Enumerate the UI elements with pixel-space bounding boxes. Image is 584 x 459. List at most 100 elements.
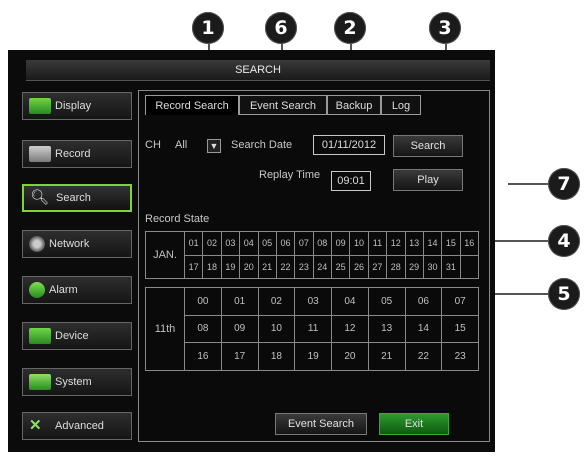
- day-cell[interactable]: 07: [294, 231, 314, 256]
- callout-3: 3: [429, 12, 461, 44]
- sidebar-item-search[interactable]: 🔍︎ Search: [22, 184, 132, 212]
- advanced-icon: ✕: [29, 417, 42, 434]
- network-icon: [29, 236, 45, 252]
- replay-time-label: Replay Time: [259, 169, 321, 181]
- day-cell[interactable]: 24: [312, 254, 333, 279]
- day-cell[interactable]: 05: [257, 231, 277, 256]
- day-cell[interactable]: 03: [220, 231, 241, 256]
- hour-cell[interactable]: 12: [331, 314, 369, 344]
- day-cell[interactable]: 12: [386, 231, 406, 256]
- hour-cell[interactable]: 15: [441, 314, 479, 344]
- hour-cell[interactable]: 16: [184, 342, 222, 371]
- callout-4: 4: [548, 225, 580, 257]
- hour-cell[interactable]: 04: [331, 287, 369, 316]
- day-cell[interactable]: 30: [422, 254, 443, 279]
- hour-cell[interactable]: 00: [184, 287, 222, 316]
- day-cell[interactable]: 26: [349, 254, 369, 279]
- day-cell[interactable]: 14: [422, 231, 443, 256]
- day-cell[interactable]: 19: [220, 254, 241, 279]
- sidebar-item-advanced[interactable]: ✕ Advanced: [22, 412, 132, 440]
- tab-event-search[interactable]: Event Search: [239, 95, 327, 115]
- tab-backup[interactable]: Backup: [327, 95, 381, 115]
- search-date-label: Search Date: [231, 139, 293, 151]
- hour-cell[interactable]: 09: [220, 314, 259, 344]
- day-cell[interactable]: 02: [202, 231, 222, 256]
- day-cell[interactable]: 01: [183, 231, 204, 256]
- day-cell[interactable]: 09: [330, 231, 351, 256]
- day-cell[interactable]: 28: [386, 254, 406, 279]
- alarm-icon: [29, 282, 45, 298]
- hour-cell[interactable]: 03: [294, 287, 332, 316]
- day-cell[interactable]: 13: [404, 231, 424, 256]
- hour-cell[interactable]: 10: [257, 314, 296, 344]
- day-cell[interactable]: 18: [202, 254, 222, 279]
- record-state-label: Record State: [145, 213, 210, 225]
- day-cell[interactable]: 11: [367, 231, 388, 256]
- day-cell[interactable]: 27: [367, 254, 388, 279]
- hour-cell[interactable]: 19: [294, 342, 332, 371]
- event-search-button[interactable]: Event Search: [275, 413, 367, 435]
- day-cell[interactable]: 25: [330, 254, 351, 279]
- hour-cell[interactable]: 13: [367, 314, 406, 344]
- window-title: SEARCH: [26, 60, 490, 81]
- day-label: 11th: [145, 287, 185, 371]
- replay-time-field[interactable]: 09:01: [331, 171, 371, 191]
- day-cell[interactable]: 22: [275, 254, 296, 279]
- sidebar-item-device[interactable]: Device: [22, 322, 132, 350]
- sidebar-item-network[interactable]: Network: [22, 230, 132, 258]
- hour-cell[interactable]: 11: [294, 314, 332, 344]
- exit-button[interactable]: Exit: [379, 413, 449, 435]
- day-cell[interactable]: 20: [239, 254, 259, 279]
- ch-label: CH: [145, 139, 161, 151]
- hour-cell[interactable]: 06: [404, 287, 443, 316]
- callout-1: 1: [192, 12, 224, 44]
- sidebar-item-label: Display: [55, 100, 92, 112]
- tab-log[interactable]: Log: [381, 95, 421, 115]
- hour-cell[interactable]: 23: [441, 342, 479, 371]
- device-icon: [29, 328, 51, 344]
- day-cell[interactable]: 16: [459, 231, 480, 256]
- day-cell[interactable]: 15: [441, 231, 461, 256]
- day-cell[interactable]: 23: [294, 254, 314, 279]
- day-cell[interactable]: 08: [312, 231, 333, 256]
- hour-cell[interactable]: 14: [404, 314, 443, 344]
- callout-5: 5: [548, 278, 580, 310]
- display-icon: [29, 98, 51, 114]
- search-date-field[interactable]: 01/11/2012: [313, 135, 385, 155]
- chevron-down-icon: ▼: [209, 141, 219, 151]
- sidebar-item-record[interactable]: Record: [22, 140, 132, 168]
- month-label: JAN.: [145, 231, 185, 279]
- sidebar-item-label: Record: [55, 148, 91, 160]
- month-day-grid: JAN. 01 02 03 04 05 06 07 08 09 10 11 12…: [145, 231, 480, 279]
- hour-cell[interactable]: 20: [331, 342, 369, 371]
- day-cell[interactable]: [459, 254, 480, 279]
- hour-cell[interactable]: 07: [441, 287, 479, 316]
- callout-4-line: [490, 240, 548, 242]
- sidebar-item-alarm[interactable]: Alarm: [22, 276, 132, 304]
- hour-cell[interactable]: 18: [257, 342, 296, 371]
- callout-7-line: [508, 183, 548, 185]
- day-cell[interactable]: 21: [257, 254, 277, 279]
- hour-cell[interactable]: 17: [220, 342, 259, 371]
- day-cell[interactable]: 31: [441, 254, 461, 279]
- hour-cell[interactable]: 05: [367, 287, 406, 316]
- day-cell[interactable]: 29: [404, 254, 424, 279]
- sidebar-item-system[interactable]: System: [22, 368, 132, 396]
- hour-cell[interactable]: 01: [220, 287, 259, 316]
- ch-dropdown[interactable]: ▼: [207, 139, 221, 153]
- hour-cell[interactable]: 22: [404, 342, 443, 371]
- day-cell[interactable]: 10: [349, 231, 369, 256]
- callout-7: 7: [548, 168, 580, 200]
- day-cell[interactable]: 04: [239, 231, 259, 256]
- play-button[interactable]: Play: [393, 169, 463, 191]
- hour-cell[interactable]: 21: [367, 342, 406, 371]
- day-cell[interactable]: 06: [275, 231, 296, 256]
- sidebar-item-display[interactable]: Display: [22, 92, 132, 120]
- day-cell[interactable]: 17: [183, 254, 204, 279]
- tab-record-search[interactable]: Record Search: [145, 95, 239, 115]
- search-button[interactable]: Search: [393, 135, 463, 157]
- hour-cell[interactable]: 08: [184, 314, 222, 344]
- search-panel: Record Search Event Search Backup Log CH…: [138, 90, 490, 442]
- hour-cell[interactable]: 02: [257, 287, 296, 316]
- callout-5-line: [490, 293, 548, 295]
